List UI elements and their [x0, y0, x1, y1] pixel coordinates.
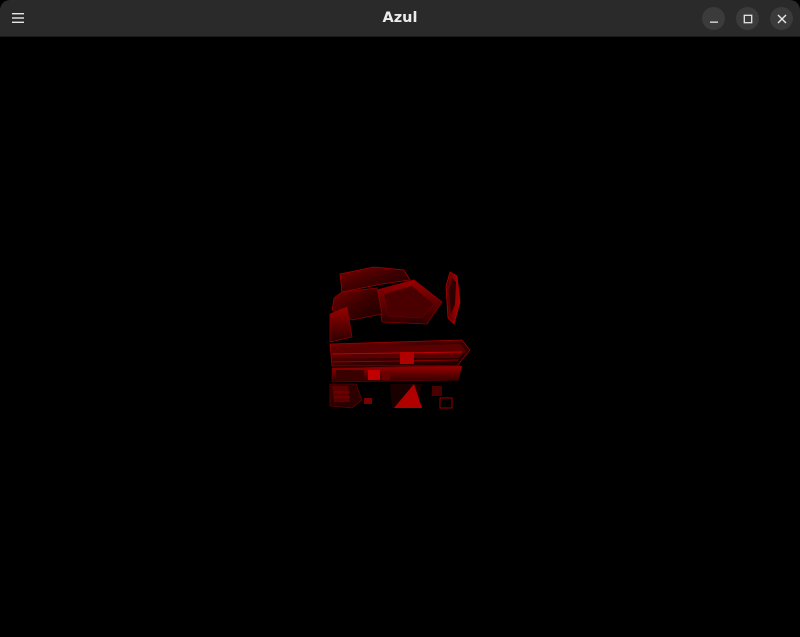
close-icon [777, 14, 787, 24]
maximize-icon [743, 14, 753, 24]
hamburger-menu-icon [12, 13, 24, 23]
minimize-button[interactable] [702, 7, 725, 30]
app-window: Azul [0, 0, 800, 637]
rendered-3d-model [329, 266, 471, 409]
menu-button[interactable] [5, 6, 31, 30]
maximize-button[interactable] [736, 7, 759, 30]
window-title: Azul [382, 10, 418, 26]
title-bar[interactable]: Azul [0, 0, 800, 37]
close-button[interactable] [770, 7, 793, 30]
minimize-icon [709, 14, 719, 24]
render-viewport[interactable] [0, 37, 800, 637]
